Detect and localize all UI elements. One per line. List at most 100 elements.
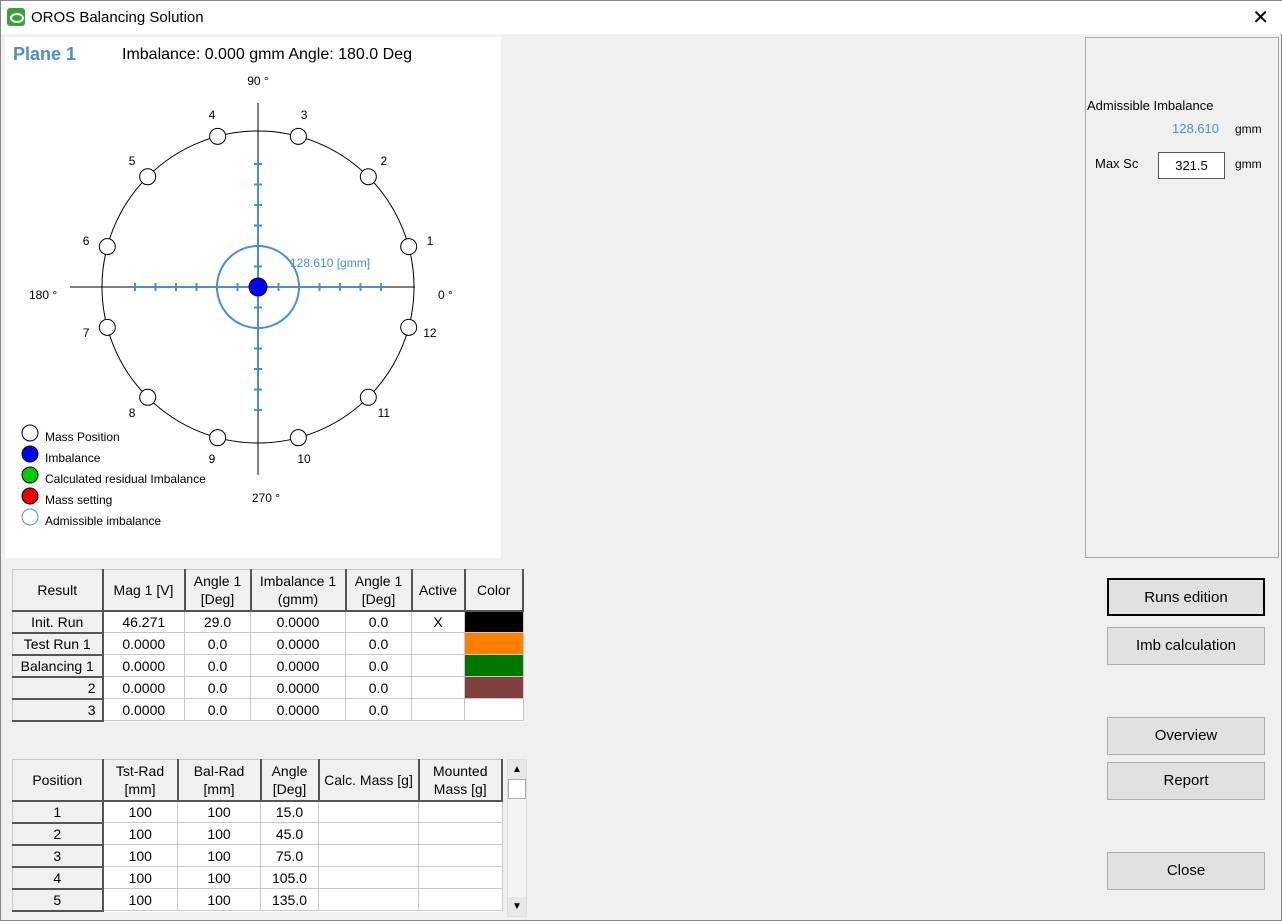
tst-rad-cell[interactable]: 100	[102, 888, 178, 911]
angle-cell[interactable]: 135.0	[260, 888, 319, 911]
scroll-up-icon[interactable]: ▲	[508, 760, 526, 779]
table-row[interactable]: Init. Run 46.271 29.0 0.0000 0.0 X	[12, 610, 524, 634]
calc-mass-cell	[318, 888, 419, 911]
table-row[interactable]: Test Run 1 0.0000 0.0 0.0000 0.0	[12, 632, 524, 656]
table-row[interactable]: 4 100 100 105.0	[12, 866, 503, 890]
legend-item: Mass Position	[45, 430, 120, 444]
column-header: Mounted Mass [g]	[418, 759, 503, 802]
scroll-thumb[interactable]	[508, 779, 526, 799]
active-cell[interactable]	[411, 698, 465, 721]
bal-rad-cell[interactable]: 100	[177, 844, 261, 867]
mass-position-marker	[98, 318, 116, 336]
mass-position-marker	[209, 429, 227, 447]
max-sc-input[interactable]: 321.5	[1158, 152, 1225, 179]
max-sc-unit: gmm	[1235, 157, 1262, 171]
app-logo-icon	[7, 8, 25, 26]
mass-position-marker	[289, 127, 307, 145]
mass-position-marker	[400, 318, 418, 336]
mounted-mass-cell[interactable]	[418, 866, 503, 889]
imbalance-angle-cell: 0.0	[345, 654, 412, 677]
color-swatch[interactable]	[464, 654, 524, 677]
overview-button[interactable]: Overview	[1107, 717, 1265, 755]
row-label: 1	[12, 800, 104, 824]
tst-rad-cell[interactable]: 100	[102, 822, 178, 845]
table-row[interactable]: 2 100 100 45.0	[12, 822, 503, 846]
angle-cell: 29.0	[184, 610, 251, 633]
active-cell[interactable]	[411, 632, 465, 655]
row-label: Balancing 1	[12, 654, 104, 678]
mass-position-label: 9	[209, 452, 216, 466]
mass-position-label: 5	[129, 154, 136, 168]
runs-edition-button[interactable]: Runs edition	[1107, 578, 1265, 616]
mounted-mass-cell[interactable]	[418, 822, 503, 845]
legend-residual-icon	[21, 466, 39, 484]
polar-plot-panel: Plane 1 Imbalance: 0.000 gmm Angle: 180.…	[5, 37, 501, 558]
bal-rad-cell[interactable]: 100	[177, 800, 261, 823]
mounted-mass-cell[interactable]	[418, 800, 503, 823]
scroll-down-icon[interactable]: ▼	[508, 897, 526, 916]
positions-scrollbar[interactable]: ▲ ▼	[507, 759, 527, 917]
imbalance-angle-cell: 0.0	[345, 610, 412, 633]
color-swatch[interactable]	[464, 610, 524, 633]
admissible-unit: gmm	[1235, 122, 1262, 136]
imbalance-marker	[248, 277, 268, 297]
active-cell[interactable]	[411, 676, 465, 699]
column-header: Mag 1 [V]	[102, 569, 186, 612]
angle-cell[interactable]: 45.0	[260, 822, 319, 845]
imbalance-cell: 0.0000	[250, 610, 346, 633]
angle-cell: 0.0	[184, 654, 251, 677]
active-cell[interactable]: X	[411, 610, 465, 633]
table-row[interactable]: 3 100 100 75.0	[12, 844, 503, 868]
row-label: 2	[12, 822, 104, 846]
bal-rad-cell[interactable]: 100	[177, 888, 261, 911]
tst-rad-cell[interactable]: 100	[102, 800, 178, 823]
table-row[interactable]: 3 0.0000 0.0 0.0000 0.0	[12, 698, 524, 722]
imb-calculation-button[interactable]: Imb calculation	[1107, 627, 1265, 665]
close-window-button[interactable]: ✕	[1252, 5, 1269, 30]
results-table: Result Mag 1 [V] Angle 1 [Deg] Imbalance…	[12, 569, 524, 722]
angle-cell[interactable]: 15.0	[260, 800, 319, 823]
report-button[interactable]: Report	[1107, 762, 1265, 800]
active-cell[interactable]	[411, 654, 465, 677]
window-title: OROS Balancing Solution	[31, 9, 204, 26]
legend-item: Imbalance	[45, 451, 101, 465]
mass-position-label: 7	[83, 326, 90, 340]
tst-rad-cell[interactable]: 100	[102, 844, 178, 867]
angle-cell[interactable]: 105.0	[260, 866, 319, 889]
calc-mass-cell	[318, 822, 419, 845]
imbalance-angle-cell: 0.0	[345, 676, 412, 699]
mass-position-label: 10	[297, 452, 311, 466]
bal-rad-cell[interactable]: 100	[177, 866, 261, 889]
tst-rad-cell[interactable]: 100	[102, 866, 178, 889]
color-swatch[interactable]	[464, 632, 524, 655]
color-swatch[interactable]	[464, 676, 524, 699]
mass-position-label: 2	[381, 154, 388, 168]
table-row[interactable]: 5 100 100 135.0	[12, 888, 503, 912]
table-row[interactable]: 2 0.0000 0.0 0.0000 0.0	[12, 676, 524, 700]
mass-position-label: 11	[378, 406, 391, 420]
table-row[interactable]: 1 100 100 15.0	[12, 800, 503, 824]
close-button[interactable]: Close	[1107, 852, 1265, 890]
imbalance-cell: 0.0000	[250, 698, 346, 721]
angle-cell[interactable]: 75.0	[260, 844, 319, 867]
calc-mass-cell	[318, 866, 419, 889]
column-header: Active	[411, 569, 466, 612]
mass-position-marker	[209, 127, 227, 145]
mass-position-marker	[359, 388, 377, 406]
legend-item: Mass setting	[45, 493, 112, 507]
legend-item: Admissible imbalance	[45, 514, 161, 528]
axis-label-180: 180 °	[29, 288, 57, 302]
bal-rad-cell[interactable]: 100	[177, 822, 261, 845]
mass-position-marker	[139, 168, 157, 186]
color-swatch[interactable]	[464, 698, 524, 721]
angle-cell: 0.0	[184, 632, 251, 655]
mag-cell: 0.0000	[102, 632, 185, 655]
mounted-mass-cell[interactable]	[418, 844, 503, 867]
table-row[interactable]: Balancing 1 0.0000 0.0 0.0000 0.0	[12, 654, 524, 678]
column-header: Imbalance 1 (gmm)	[250, 569, 347, 612]
mounted-mass-cell[interactable]	[418, 888, 503, 911]
legend-imbalance-icon	[21, 445, 39, 463]
row-label: Test Run 1	[12, 632, 104, 656]
row-label: 4	[12, 866, 104, 890]
angle-cell: 0.0	[184, 698, 251, 721]
